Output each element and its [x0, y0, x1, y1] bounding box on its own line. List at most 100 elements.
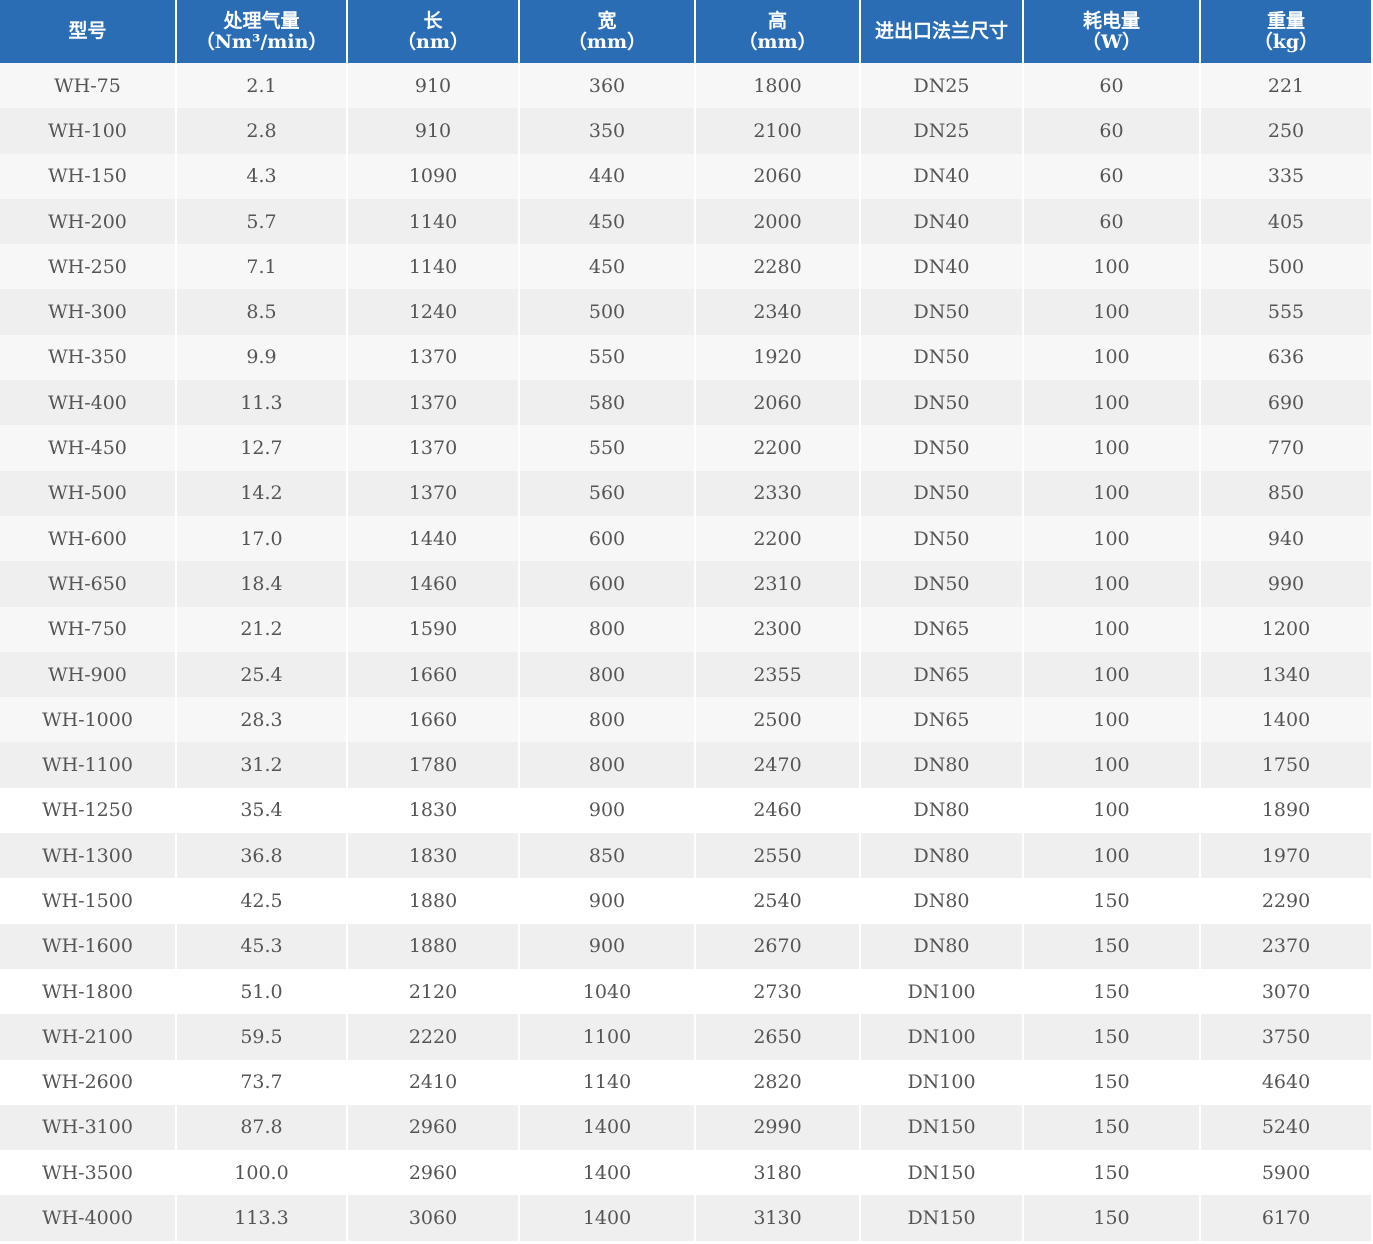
table-row: WH-250 7.1 1140 450 2280 DN40 100 500 — [0, 244, 1371, 290]
height-cell: 2310 — [695, 561, 861, 607]
flange-size-cell: DN65 — [860, 606, 1024, 652]
table-row: WH-3500 100.0 2960 1400 3180 DN150 150 5900 — [0, 1150, 1371, 1196]
flow-rate-cell: 4.3 — [176, 153, 348, 199]
flow-rate-header: 处理气量 （Nm³/min） — [176, 0, 348, 63]
flow-rate-cell: 113.3 — [176, 1195, 348, 1241]
table-row: WH-900 25.4 1660 800 2355 DN65 100 1340 — [0, 651, 1371, 698]
width-cell: 550 — [519, 425, 696, 471]
height-cell: 2200 — [695, 425, 861, 471]
flange-size-cell: DN50 — [860, 470, 1024, 516]
weight-cell: 850 — [1200, 470, 1371, 516]
length-cell: 1370 — [347, 380, 520, 426]
flow-rate-cell: 9.9 — [176, 334, 348, 381]
table-row: WH-2100 59.5 2220 1100 2650 DN100 150 3750 — [0, 1014, 1371, 1060]
flow-rate-cell: 14.2 — [176, 470, 348, 516]
length-cell: 1370 — [347, 425, 520, 471]
flange-size-cell: DN65 — [860, 697, 1024, 743]
weight-cell: 2370 — [1200, 923, 1371, 969]
power-cell: 100 — [1023, 289, 1201, 335]
flow-rate-cell: 36.8 — [176, 833, 348, 879]
power-cell: 150 — [1023, 1014, 1201, 1060]
width-cell: 360 — [519, 63, 696, 109]
table-row: WH-450 12.7 1370 550 2200 DN50 100 770 — [0, 425, 1371, 471]
flange-size-cell: DN50 — [860, 334, 1024, 381]
width-cell: 600 — [519, 561, 696, 607]
width-cell: 800 — [519, 697, 696, 743]
table-row: WH-400 11.3 1370 580 2060 DN50 100 690 — [0, 380, 1371, 426]
model-cell: WH-75 — [0, 63, 177, 109]
power-cell: 100 — [1023, 515, 1201, 562]
power-cell: 150 — [1023, 1059, 1201, 1105]
flange-size-cell: DN100 — [860, 968, 1024, 1015]
width-cell: 1400 — [519, 1104, 696, 1151]
model-cell: WH-2600 — [0, 1059, 177, 1105]
flange-size-cell: DN50 — [860, 561, 1024, 607]
length-cell: 1660 — [347, 651, 520, 698]
length-cell: 3060 — [347, 1195, 520, 1241]
header-line: 型号 — [68, 20, 107, 42]
width-cell: 560 — [519, 470, 696, 516]
header-line: 处理气量 — [223, 9, 300, 32]
table-row: WH-750 21.2 1590 800 2300 DN65 100 1200 — [0, 606, 1371, 652]
flange-size-cell: DN50 — [860, 515, 1024, 562]
flange-size-header: 进出口法兰尺寸 — [860, 0, 1024, 63]
length-cell: 1660 — [347, 697, 520, 743]
height-cell: 2990 — [695, 1104, 861, 1151]
height-cell: 1800 — [695, 63, 861, 109]
height-cell: 2670 — [695, 923, 861, 969]
length-cell: 1880 — [347, 878, 520, 924]
flow-rate-cell: 21.2 — [176, 606, 348, 652]
height-header: 高（mm） — [695, 0, 861, 63]
length-cell: 2960 — [347, 1104, 520, 1151]
weight-cell: 221 — [1200, 63, 1371, 109]
table-row: WH-3100 87.8 2960 1400 2990 DN150 150 5240 — [0, 1104, 1371, 1151]
flow-rate-cell: 5.7 — [176, 198, 348, 245]
model-cell: WH-750 — [0, 606, 177, 652]
height-cell: 2820 — [695, 1059, 861, 1105]
model-header: 型号 — [0, 0, 177, 63]
length-cell: 2410 — [347, 1059, 520, 1105]
height-cell: 2460 — [695, 787, 861, 834]
model-cell: WH-1300 — [0, 833, 177, 879]
header-line: 耗电量 — [1082, 9, 1140, 32]
length-cell: 1440 — [347, 515, 520, 562]
model-cell: WH-300 — [0, 289, 177, 335]
power-cell: 100 — [1023, 787, 1201, 834]
model-cell: WH-1600 — [0, 923, 177, 969]
model-cell: WH-200 — [0, 198, 177, 245]
flange-size-cell: DN50 — [860, 289, 1024, 335]
table-row: WH-650 18.4 1460 600 2310 DN50 100 990 — [0, 561, 1371, 607]
power-header: 耗电量 （W） — [1023, 0, 1201, 63]
table-row: WH-1000 28.3 1660 800 2500 DN65 100 1400 — [0, 697, 1371, 743]
model-cell: WH-2100 — [0, 1014, 177, 1060]
weight-cell: 1340 — [1200, 651, 1371, 698]
model-cell: WH-650 — [0, 561, 177, 607]
flange-size-cell: DN80 — [860, 742, 1024, 788]
length-cell: 1830 — [347, 787, 520, 834]
flow-rate-cell: 11.3 — [176, 380, 348, 426]
header-line: 高 — [767, 9, 787, 32]
weight-cell: 5240 — [1200, 1104, 1371, 1151]
model-cell: WH-250 — [0, 244, 177, 290]
model-cell: WH-150 — [0, 153, 177, 199]
weight-cell: 2290 — [1200, 878, 1371, 924]
height-cell: 2300 — [695, 606, 861, 652]
flange-size-cell: DN100 — [860, 1059, 1024, 1105]
width-cell: 850 — [519, 833, 696, 879]
power-cell: 150 — [1023, 923, 1201, 969]
weight-cell: 6170 — [1200, 1195, 1371, 1241]
power-cell: 150 — [1023, 1104, 1201, 1151]
flow-rate-cell: 12.7 — [176, 425, 348, 471]
model-cell: WH-1100 — [0, 742, 177, 788]
width-cell: 800 — [519, 651, 696, 698]
weight-cell: 250 — [1200, 108, 1371, 154]
table-row: WH-350 9.9 1370 550 1920 DN50 100 636 — [0, 334, 1371, 381]
weight-cell: 3070 — [1200, 968, 1371, 1015]
table-header: 型号 处理气量 （Nm³/min）长（nm）宽（mm）高（mm） 进出口法兰尺寸 耗电量… — [0, 0, 1371, 63]
flow-rate-cell: 59.5 — [176, 1014, 348, 1060]
width-cell: 440 — [519, 153, 696, 199]
power-cell: 100 — [1023, 606, 1201, 652]
height-cell: 2200 — [695, 515, 861, 562]
table-row: WH-1600 45.3 1880 900 2670 DN80 150 2370 — [0, 923, 1371, 969]
height-cell: 3180 — [695, 1150, 861, 1196]
